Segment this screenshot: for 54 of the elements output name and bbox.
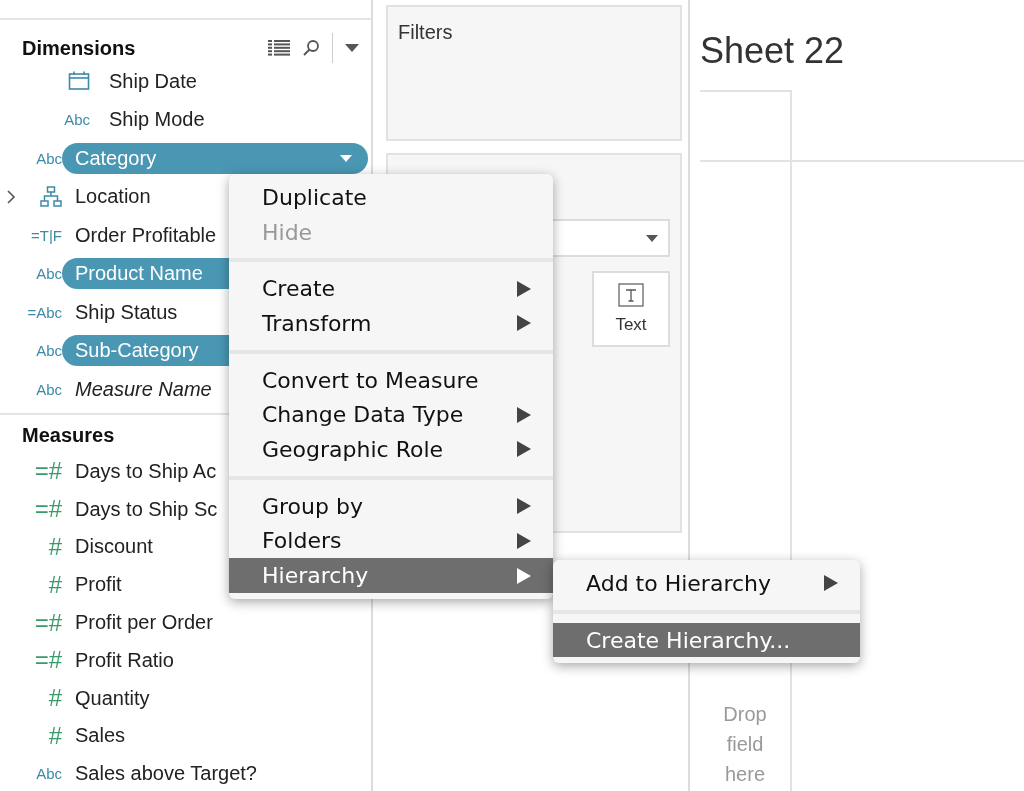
menu-item[interactable]: Create Hierarchy...	[553, 622, 860, 658]
measures-heading: Measures	[22, 424, 115, 447]
dropdown-caret-icon[interactable]	[646, 234, 658, 242]
hierarchy-icon	[40, 185, 62, 208]
menu-item[interactable]: Add to Hierarchy	[553, 566, 860, 601]
menu-item[interactable]: Change Data Type	[229, 397, 553, 433]
measure-field[interactable]: Sales above Target?	[75, 759, 257, 789]
data-type-icon: Abc	[36, 342, 62, 360]
sheet-title: Sheet 22	[700, 30, 846, 73]
dimension-field[interactable]: Ship Status	[75, 297, 178, 327]
dimension-field[interactable]: Ship Mode	[109, 105, 205, 135]
measure-field[interactable]: Profit Ratio	[75, 645, 174, 675]
data-type-icon: =T|F	[31, 226, 62, 244]
menu-item[interactable]: Folders	[229, 523, 553, 559]
data-type-icon: =#	[34, 608, 62, 637]
menu-item[interactable]: Duplicate	[229, 180, 553, 215]
data-type-icon: #	[48, 570, 62, 599]
data-type-icon: =#	[34, 646, 62, 675]
menu-item[interactable]: Group by	[229, 488, 553, 524]
measure-field[interactable]: Discount	[75, 532, 153, 562]
drop-field-hint: Drop field here	[722, 702, 768, 787]
measure-field[interactable]: Profit	[75, 570, 122, 600]
data-type-icon: #	[48, 684, 62, 713]
data-type-icon: #	[48, 533, 62, 561]
measure-field[interactable]: Quantity	[75, 683, 150, 713]
dimension-field[interactable]: Measure Name	[75, 374, 212, 404]
data-type-icon: Abc	[36, 265, 62, 283]
dropdown-caret-icon[interactable]	[340, 154, 352, 162]
search-icon[interactable]	[302, 39, 320, 57]
dimension-field[interactable]: Location	[75, 182, 151, 212]
menu-item[interactable]: Hierarchy	[229, 558, 553, 593]
measure-field[interactable]: Days to Ship Sc	[75, 494, 218, 524]
dimension-field[interactable]: Order Profitable	[75, 220, 217, 250]
menu-item[interactable]: Geographic Role	[229, 432, 553, 467]
dropdown-caret-icon[interactable]	[345, 44, 359, 52]
filters-heading: Filters	[398, 21, 453, 43]
data-type-icon: Abc	[36, 149, 62, 167]
text-mark-button[interactable]: Text	[592, 271, 670, 347]
data-type-icon: =#	[34, 495, 62, 524]
data-type-icon: Abc	[64, 111, 90, 129]
measure-field[interactable]: Profit per Order	[75, 608, 213, 638]
dimensions-heading: Dimensions	[22, 36, 136, 60]
text-icon	[618, 283, 644, 307]
list-view-icon[interactable]	[268, 40, 290, 56]
data-type-icon: #	[48, 721, 62, 750]
dimension-field[interactable]: Ship Date	[109, 66, 197, 96]
data-type-icon: =Abc	[27, 303, 62, 321]
measure-field[interactable]: Days to Ship Ac	[75, 456, 217, 486]
data-type-icon: Abc	[36, 765, 62, 783]
measure-field[interactable]: Sales	[75, 721, 126, 751]
data-type-icon: =#	[34, 457, 62, 486]
data-type-icon: Abc	[36, 380, 62, 398]
calendar-icon	[68, 71, 90, 92]
chevron-icon[interactable]	[6, 189, 16, 204]
